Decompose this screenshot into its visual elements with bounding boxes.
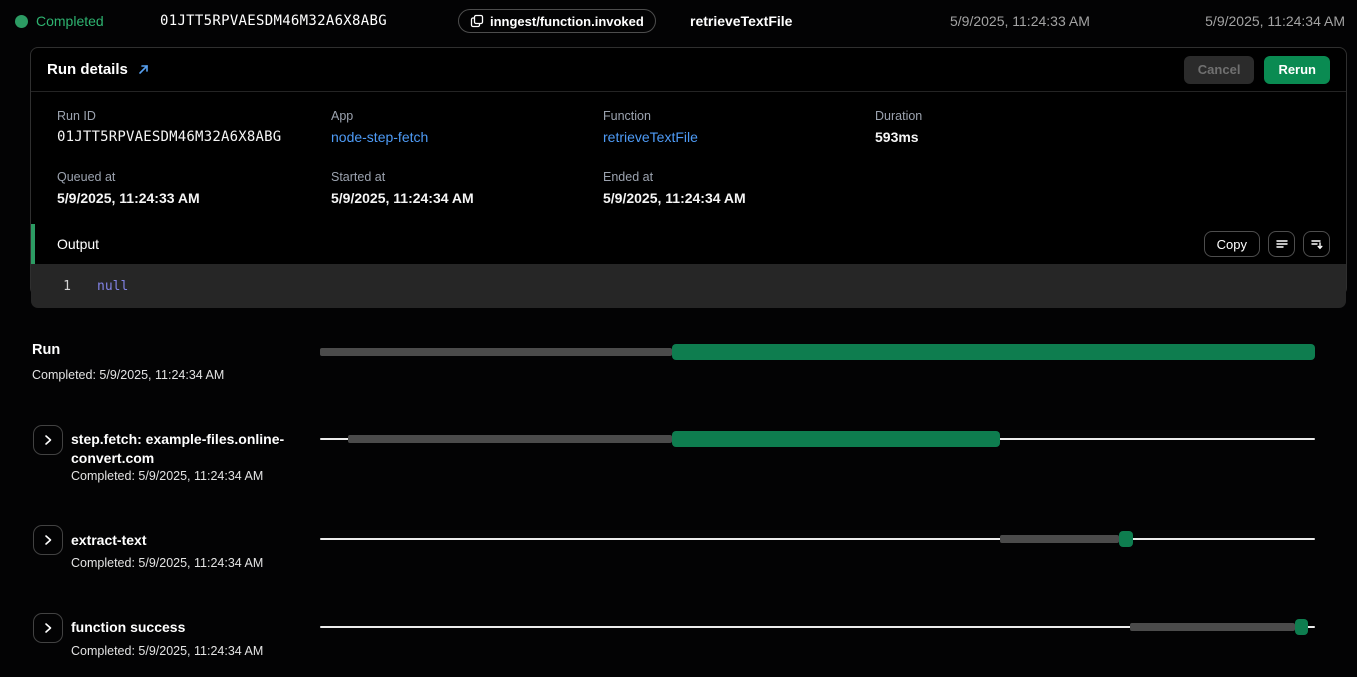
field-queued-at: Queued at 5/9/2025, 11:24:33 AM	[57, 170, 331, 206]
field-started-at: Started at 5/9/2025, 11:24:34 AM	[331, 170, 603, 206]
field-app: App node-step-fetch	[331, 109, 603, 145]
expand-extract-text-button[interactable]	[33, 525, 63, 555]
timeline-active-bar[interactable]	[1119, 531, 1133, 547]
trace-step-fetch-name: step.fetch: example-files.online-convert…	[71, 430, 287, 468]
trace-extract-text-track	[320, 531, 1315, 547]
event-name-badge[interactable]: inngest/function.invoked	[458, 9, 656, 33]
trace-root-name: Run	[32, 342, 60, 358]
field-value: 593ms	[875, 129, 1330, 145]
field-ended-at: Ended at 5/9/2025, 11:24:34 AM	[603, 170, 875, 206]
code-line-number: 1	[31, 279, 71, 294]
copy-icon	[470, 14, 484, 28]
field-value: 5/9/2025, 11:24:33 AM	[57, 190, 331, 206]
field-value: 5/9/2025, 11:24:34 AM	[603, 190, 875, 206]
lines-arrow-down-icon	[1310, 237, 1324, 251]
field-label: Started at	[331, 170, 603, 184]
trace-step-fetch-completed: Completed: 5/9/2025, 11:24:34 AM	[71, 469, 263, 483]
field-function: Function retrieveTextFile	[603, 109, 875, 145]
timeline-queued-bar	[1000, 535, 1119, 543]
trace-extract-text-name: extract-text	[71, 531, 287, 550]
trace-function-success-track	[320, 619, 1315, 635]
align-left-lines-icon	[1275, 237, 1289, 251]
output-accent-bar	[31, 224, 35, 264]
timeline-active-bar[interactable]	[1295, 619, 1308, 635]
trace-root-track	[320, 344, 1315, 360]
app-link[interactable]: node-step-fetch	[331, 129, 603, 145]
expand-step-fetch-button[interactable]	[33, 425, 63, 455]
expand-output-button[interactable]	[1303, 231, 1330, 257]
trace-extract-text-completed: Completed: 5/9/2025, 11:24:34 AM	[71, 556, 263, 570]
output-title: Output	[57, 236, 99, 252]
trace-function-success-name: function success	[71, 618, 287, 637]
run-metadata-grid: Run ID 01JTT5RPVAESDM46M32A6X8ABG App no…	[31, 92, 1346, 224]
copy-output-button[interactable]: Copy	[1204, 231, 1260, 257]
trace-step-fetch-track	[320, 431, 1315, 447]
cancel-button[interactable]: Cancel	[1184, 56, 1255, 84]
trace-root-completed: Completed: 5/9/2025, 11:24:34 AM	[32, 368, 224, 382]
rerun-button[interactable]: Rerun	[1264, 56, 1330, 84]
field-label: Ended at	[603, 170, 875, 184]
run-details-panel: Run details Cancel Rerun Run ID 01JTT5RP…	[30, 47, 1347, 296]
panel-title-text: Run details	[47, 61, 128, 78]
function-name-text: retrieveTextFile	[690, 13, 792, 29]
field-label: Function	[603, 109, 875, 123]
field-label: Run ID	[57, 109, 331, 123]
field-label: Duration	[875, 109, 1330, 123]
timeline-queued-bar	[1130, 623, 1295, 631]
run-id-text: 01JTT5RPVAESDM46M32A6X8ABG	[160, 13, 387, 29]
run-details-header: Run details Cancel Rerun	[31, 48, 1346, 92]
run-status-label: Completed	[36, 13, 104, 29]
field-value: 01JTT5RPVAESDM46M32A6X8ABG	[57, 129, 331, 145]
started-timestamp: 5/9/2025, 11:24:34 AM	[1205, 13, 1345, 29]
code-null-token: null	[97, 279, 128, 294]
run-summary-bar: Completed 01JTT5RPVAESDM46M32A6X8ABG inn…	[0, 0, 1357, 42]
timeline-queued-bar	[320, 348, 672, 356]
field-run-id: Run ID 01JTT5RPVAESDM46M32A6X8ABG	[57, 109, 331, 145]
field-label: App	[331, 109, 603, 123]
event-name-label: inngest/function.invoked	[490, 14, 644, 29]
trace-function-success-completed: Completed: 5/9/2025, 11:24:34 AM	[71, 644, 263, 658]
queued-timestamp: 5/9/2025, 11:24:33 AM	[950, 13, 1090, 29]
status-dot-icon	[15, 15, 28, 28]
panel-title: Run details	[47, 61, 150, 78]
timeline-queued-bar	[348, 435, 672, 443]
field-label: Queued at	[57, 170, 331, 184]
timeline-active-bar[interactable]	[672, 431, 999, 447]
timeline-baseline	[320, 538, 1315, 540]
external-link-icon[interactable]	[137, 63, 150, 76]
chevron-right-icon	[42, 622, 54, 634]
field-value: 5/9/2025, 11:24:34 AM	[331, 190, 603, 206]
function-link[interactable]: retrieveTextFile	[603, 129, 875, 145]
output-section-header: Output Copy	[31, 224, 1346, 264]
timeline-active-bar[interactable]	[672, 344, 1315, 360]
field-duration: Duration 593ms	[875, 109, 1330, 145]
expand-function-success-button[interactable]	[33, 613, 63, 643]
chevron-right-icon	[42, 534, 54, 546]
chevron-right-icon	[42, 434, 54, 446]
output-code-block: 1 null	[31, 264, 1346, 308]
word-wrap-button[interactable]	[1268, 231, 1295, 257]
